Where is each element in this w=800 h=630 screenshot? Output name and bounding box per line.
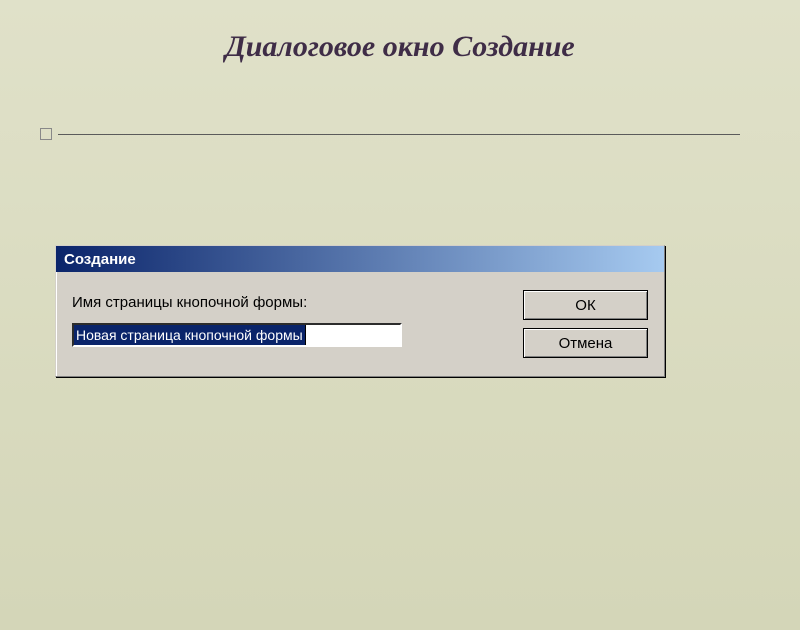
dialog-titlebar[interactable]: Создание	[56, 246, 664, 272]
cancel-button[interactable]: Отмена	[523, 328, 648, 358]
create-dialog: Создание Имя страницы кнопочной формы: Н…	[55, 245, 665, 377]
dialog-title: Создание	[64, 251, 136, 268]
title-underline	[40, 128, 740, 140]
dialog-buttons: ОК Отмена	[523, 288, 648, 358]
underline-rule	[58, 134, 740, 135]
underline-bullet	[40, 128, 52, 140]
dialog-form: Имя страницы кнопочной формы: Новая стра…	[72, 288, 503, 358]
ok-button[interactable]: ОК	[523, 290, 648, 320]
dialog-body: Имя страницы кнопочной формы: Новая стра…	[56, 272, 664, 376]
page-name-input-selection: Новая страница кнопочной формы	[74, 325, 306, 345]
slide-title: Диалоговое окно Создание	[0, 30, 800, 64]
page-name-input[interactable]: Новая страница кнопочной формы	[72, 323, 402, 347]
page-name-label: Имя страницы кнопочной формы:	[72, 294, 503, 311]
